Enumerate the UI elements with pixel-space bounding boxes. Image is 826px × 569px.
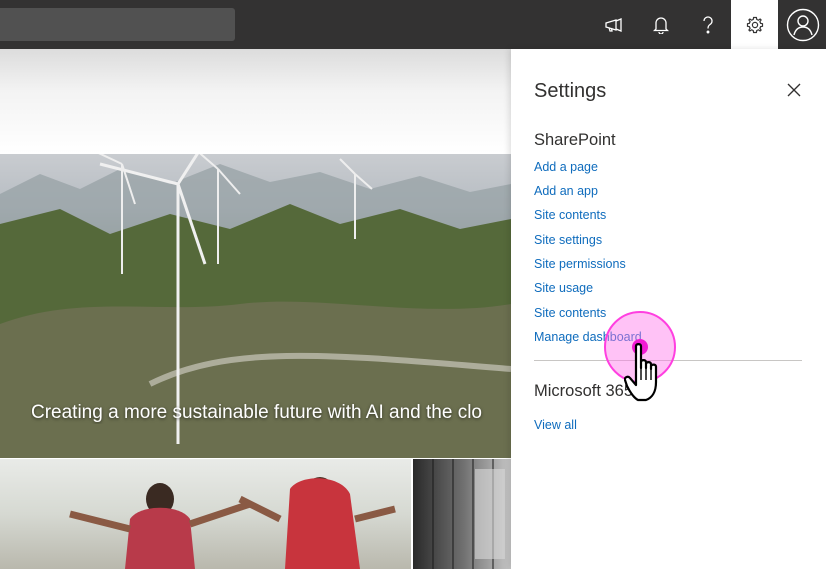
settings-gear-icon[interactable]	[731, 0, 778, 49]
hand-pointer-cursor-icon	[623, 342, 670, 409]
search-box[interactable]	[0, 8, 235, 41]
suite-bar	[0, 0, 826, 49]
settings-panel-title: Settings	[534, 80, 607, 102]
view-all-link[interactable]: View all	[534, 418, 577, 432]
site-permissions-link[interactable]: Site permissions	[534, 257, 626, 271]
site-usage-link[interactable]: Site usage	[534, 281, 593, 295]
microsoft-365-section-title: Microsoft 365	[534, 382, 634, 400]
site-settings-link[interactable]: Site settings	[534, 233, 602, 247]
hero-news-tile[interactable]: Creating a more sustainable future with …	[0, 154, 511, 458]
feedback-megaphone-icon[interactable]	[590, 0, 637, 49]
sharepoint-section-title: SharePoint	[534, 131, 616, 149]
site-contents-link-2[interactable]: Site contents	[534, 306, 606, 320]
settings-panel: Settings SharePoint Add a page Add an ap…	[511, 49, 826, 569]
site-contents-link[interactable]: Site contents	[534, 208, 606, 222]
news-tile-children-image[interactable]	[0, 459, 411, 569]
add-an-app-link[interactable]: Add an app	[534, 184, 598, 198]
add-a-page-link[interactable]: Add a page	[534, 160, 598, 174]
close-icon[interactable]	[783, 79, 805, 101]
hero-caption[interactable]: Creating a more sustainable future with …	[31, 402, 511, 424]
page-header-area	[0, 49, 511, 154]
news-tile-datacenter-image[interactable]	[413, 459, 511, 569]
help-icon[interactable]	[684, 0, 731, 49]
user-avatar-icon[interactable]	[779, 0, 826, 49]
notification-bell-icon[interactable]	[637, 0, 684, 49]
